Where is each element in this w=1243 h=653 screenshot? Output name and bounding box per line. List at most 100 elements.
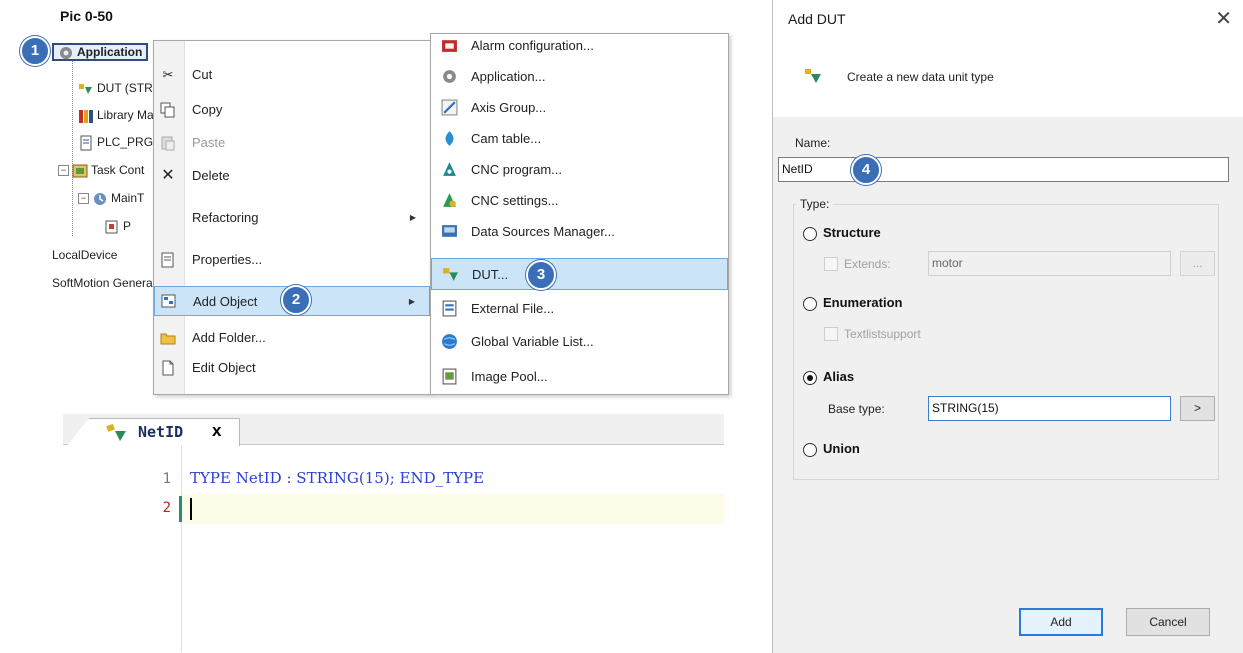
- tree-label: MainT: [111, 191, 145, 205]
- menu-item-add-folder[interactable]: Add Folder...: [154, 324, 430, 352]
- structure-label: Structure: [823, 225, 881, 240]
- collapse-icon[interactable]: −: [78, 193, 89, 205]
- tree-maintask[interactable]: − MainT: [78, 188, 144, 208]
- program-icon: [80, 135, 92, 151]
- tree-application[interactable]: Application: [52, 42, 149, 62]
- axis-group-icon: [441, 99, 458, 116]
- step-badge-4: 4: [851, 155, 881, 185]
- menu-item-delete[interactable]: ✕ Delete: [154, 162, 430, 190]
- tree-localdevice[interactable]: LocalDevice: [52, 245, 117, 265]
- submenu-item-application[interactable]: Application...: [431, 61, 728, 92]
- dut-icon: [106, 423, 126, 441]
- add-button[interactable]: Add: [1019, 608, 1103, 636]
- tree-program-call[interactable]: P: [104, 216, 131, 236]
- task-config-icon: [72, 164, 88, 178]
- folder-icon: [160, 333, 176, 345]
- tree-label: P: [123, 219, 132, 233]
- tree-label: DUT (STR: [97, 81, 153, 95]
- edit-object-icon: [162, 360, 174, 376]
- data-sources-icon: [442, 225, 457, 237]
- figure-caption: Pic 0-50: [60, 8, 113, 24]
- submenu-item-cnc-program[interactable]: CNC program...: [431, 154, 728, 185]
- menu-item-refactoring[interactable]: Refactoring ▶: [154, 204, 430, 232]
- name-input[interactable]: NetID: [778, 157, 1229, 182]
- submenu-arrow-icon: ▶: [409, 213, 416, 222]
- dut-icon: [79, 83, 92, 94]
- union-label: Union: [823, 441, 860, 456]
- tree-dut[interactable]: DUT (STR: [78, 78, 153, 98]
- base-type-button[interactable]: >: [1180, 396, 1215, 421]
- dut-icon: [443, 268, 458, 281]
- code-editor: NetID x 1 2 TYPE NetID : STRING(15); END…: [63, 414, 724, 652]
- menu-item-properties[interactable]: Properties...: [154, 246, 430, 274]
- step-badge-1: 1: [20, 36, 50, 66]
- tree-label: PLC_PRG: [97, 135, 154, 149]
- submenu-arrow-icon: ▶: [408, 297, 415, 306]
- tree-plc-prg[interactable]: PLC_PRG: [78, 132, 153, 152]
- line-number: 1: [162, 471, 171, 487]
- menu-item-paste[interactable]: Paste: [154, 129, 430, 157]
- menu-item-copy[interactable]: Copy: [154, 96, 430, 124]
- base-type-label: Base type:: [828, 402, 885, 416]
- tab-title: NetID: [138, 423, 184, 441]
- radio-union[interactable]: [803, 443, 817, 457]
- radio-alias[interactable]: [803, 371, 817, 385]
- alias-label: Alias: [823, 369, 855, 384]
- copy-icon: [160, 102, 175, 118]
- submenu-item-cam-table[interactable]: Cam table...: [431, 123, 728, 154]
- close-icon[interactable]: ✕: [1215, 6, 1232, 31]
- submenu-item-data-sources[interactable]: Data Sources Manager...: [431, 216, 728, 247]
- menu-item-edit-object[interactable]: Edit Object: [154, 354, 430, 382]
- radio-enumeration[interactable]: [803, 297, 817, 311]
- tree-library-manager[interactable]: Library Ma: [78, 105, 154, 125]
- properties-icon: [161, 252, 174, 268]
- submenu-item-dut[interactable]: DUT...: [431, 258, 728, 290]
- add-object-icon: [161, 294, 176, 308]
- enumeration-label: Enumeration: [823, 295, 903, 310]
- submenu-item-axis-group[interactable]: Axis Group...: [431, 92, 728, 123]
- add-object-submenu: Alarm configuration... Application... Ax…: [430, 33, 729, 395]
- tab-netid[interactable]: NetID x: [67, 418, 240, 446]
- submenu-item-alarm[interactable]: Alarm configuration...: [431, 34, 728, 61]
- tree-label: Library Ma: [97, 108, 154, 122]
- base-type-input[interactable]: STRING(15): [928, 396, 1171, 421]
- external-file-icon: [442, 300, 457, 317]
- extends-browse-button[interactable]: ...: [1180, 251, 1215, 276]
- gear-icon: [443, 70, 456, 83]
- task-icon: [94, 192, 106, 205]
- tree-label: LocalDevice: [52, 248, 118, 262]
- delete-icon: ✕: [161, 167, 175, 184]
- gear-icon: [60, 46, 72, 59]
- image-pool-icon: [442, 368, 457, 385]
- cnc-settings-icon: [443, 193, 456, 207]
- name-label: Name:: [795, 136, 831, 150]
- cancel-button[interactable]: Cancel: [1126, 608, 1210, 636]
- context-menu: ✂ Cut Copy Paste ✕ Delete Refactoring ▶ Pro…: [153, 40, 431, 395]
- radio-structure[interactable]: [803, 227, 817, 241]
- type-group-label: Type:: [796, 197, 834, 211]
- menu-item-cut[interactable]: ✂ Cut: [154, 61, 430, 89]
- cnc-program-icon: [443, 162, 456, 176]
- line-number: 2: [162, 500, 171, 516]
- cam-table-icon: [445, 131, 454, 146]
- tree-softmotion[interactable]: SoftMotion Genera: [52, 273, 153, 293]
- submenu-item-cnc-settings[interactable]: CNC settings...: [431, 185, 728, 216]
- add-dut-dialog: Add DUT ✕ Create a new data unit type Na…: [772, 0, 1243, 653]
- extends-input[interactable]: motor: [928, 251, 1171, 276]
- collapse-icon[interactable]: −: [58, 165, 69, 177]
- tree-label: Application: [77, 45, 143, 59]
- close-icon[interactable]: x: [212, 421, 221, 441]
- paste-icon: [161, 136, 175, 151]
- textlist-label: Textlistsupport: [844, 327, 921, 341]
- tree-label: SoftMotion Genera: [52, 276, 153, 290]
- submenu-item-image-pool[interactable]: Image Pool...: [431, 361, 728, 392]
- textlist-checkbox[interactable]: [824, 327, 838, 341]
- submenu-item-gvl[interactable]: Global Variable List...: [431, 326, 728, 357]
- editor-tab-bar: NetID x: [63, 414, 724, 446]
- alarm-icon: [442, 40, 457, 52]
- submenu-item-external-file[interactable]: External File...: [431, 293, 728, 324]
- type-group: [793, 204, 1219, 480]
- extends-checkbox[interactable]: [824, 257, 838, 271]
- code-line-1[interactable]: TYPE NetID : STRING(15); END_TYPE: [190, 469, 484, 487]
- tree-task-config[interactable]: − Task Cont: [58, 160, 144, 180]
